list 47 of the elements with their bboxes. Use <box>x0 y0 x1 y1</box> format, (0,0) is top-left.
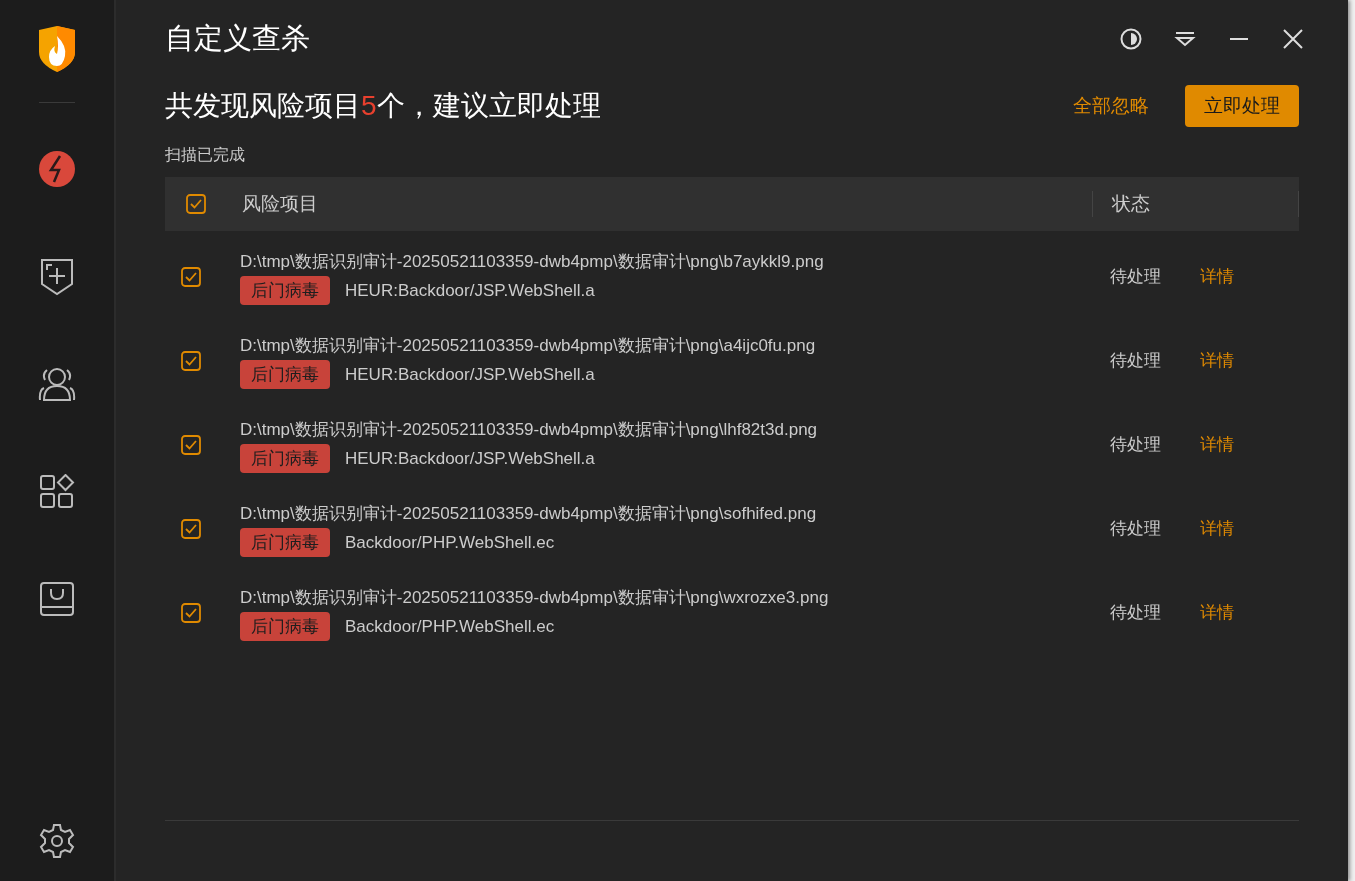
handle-now-button[interactable]: 立即处理 <box>1185 85 1299 127</box>
file-path: D:\tmp\数据识别审计-20250521103359-dwb4pmp\数据审计\png\sofhifed.png <box>240 502 818 525</box>
status-text: 待处理 <box>1110 266 1162 289</box>
window-title: 自定义查杀 <box>165 21 311 57</box>
details-link[interactable]: 详情 <box>1200 348 1234 374</box>
details-link[interactable]: 详情 <box>1200 600 1234 626</box>
settings-icon[interactable] <box>39 823 75 859</box>
row-checkbox[interactable] <box>180 519 201 539</box>
threat-category-tag: 后门病毒 <box>240 528 330 558</box>
status-text: 待处理 <box>1110 602 1162 625</box>
threat-category-tag: 后门病毒 <box>240 276 330 306</box>
threat-category-tag: 后门病毒 <box>240 360 330 390</box>
threat-name: HEUR:Backdoor/JSP.WebShell.a <box>345 448 595 470</box>
details-link[interactable]: 详情 <box>1200 516 1234 542</box>
threat-category-tag: 后门病毒 <box>240 612 330 642</box>
risk-summary-heading: 共发现风险项目 5个，建议立即处理 <box>165 89 602 123</box>
ignore-all-link[interactable]: 全部忽略 <box>1073 91 1149 121</box>
row-checkbox[interactable] <box>180 435 201 455</box>
column-header: 风险项目 <box>242 191 319 216</box>
row-checkbox[interactable] <box>180 603 201 623</box>
file-path: D:\tmp\数据识别审计-20250521103359-dwb4pmp\数据审计\png\wxrozxe3.png <box>240 586 830 609</box>
box-tray-icon[interactable] <box>39 581 75 617</box>
column-header: 状态 <box>1111 191 1151 216</box>
close-icon[interactable] <box>1282 28 1304 50</box>
threat-name: Backdoor/PHP.WebShell.ec <box>345 532 555 554</box>
details-link[interactable]: 详情 <box>1200 264 1234 290</box>
row-checkbox[interactable] <box>180 267 201 287</box>
lightning-icon[interactable] <box>38 150 76 188</box>
status-text: 待处理 <box>1110 434 1162 457</box>
scan-status-text: 扫描已完成 <box>165 145 246 165</box>
shield-flame-logo <box>37 26 77 72</box>
users-icon[interactable] <box>38 366 76 402</box>
threat-name: Backdoor/PHP.WebShell.ec <box>345 616 555 638</box>
status-text: 待处理 <box>1110 350 1162 373</box>
select-all-checkbox[interactable] <box>185 194 206 214</box>
shield-plus-icon[interactable] <box>40 258 74 296</box>
theme-contrast-icon[interactable] <box>1120 28 1142 50</box>
file-path: D:\tmp\数据识别审计-20250521103359-dwb4pmp\数据审计\png\a4ijc0fu.png <box>240 334 817 357</box>
threat-name: HEUR:Backdoor/JSP.WebShell.a <box>345 280 595 302</box>
file-path: D:\tmp\数据识别审计-20250521103359-dwb4pmp\数据审计\png\b7aykkl9.png <box>240 250 825 273</box>
row-checkbox[interactable] <box>180 351 201 371</box>
threat-name: HEUR:Backdoor/JSP.WebShell.a <box>345 364 595 386</box>
status-text: 待处理 <box>1110 518 1162 541</box>
threat-category-tag: 后门病毒 <box>240 444 330 474</box>
details-link[interactable]: 详情 <box>1200 432 1234 458</box>
file-path: D:\tmp\数据识别审计-20250521103359-dwb4pmp\数据审计\png\lhf82t3d.png <box>240 418 819 441</box>
apps-icon[interactable] <box>39 474 75 510</box>
